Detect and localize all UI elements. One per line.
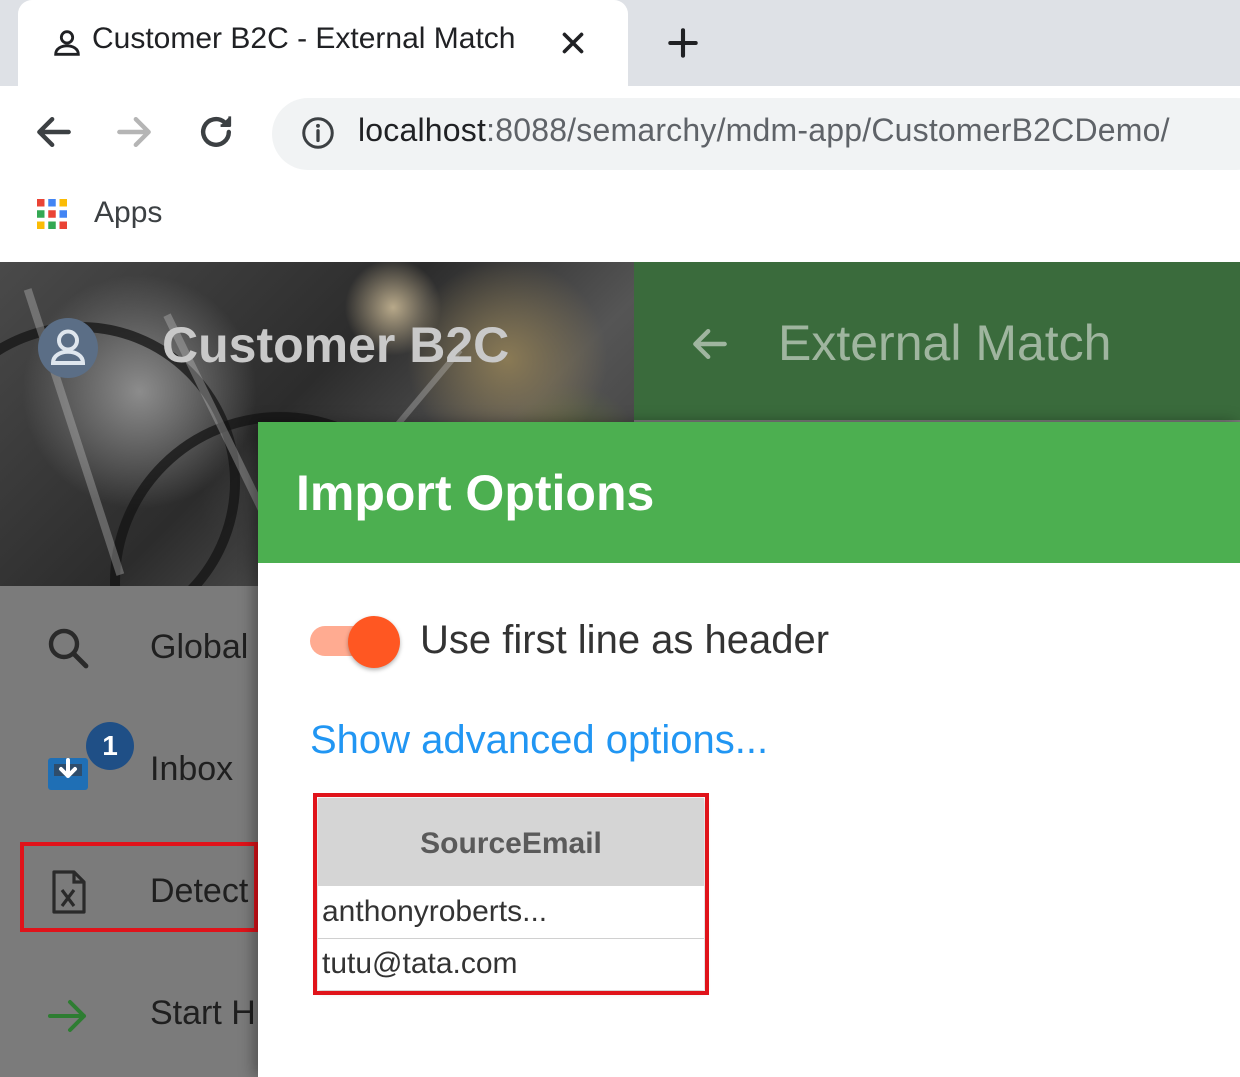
new-tab-plus-icon[interactable] — [664, 24, 702, 62]
reload-icon[interactable] — [194, 110, 238, 154]
highlight-box-preview — [313, 793, 709, 995]
header-toggle-label: Use first line as header — [420, 618, 830, 662]
app-title: Customer B2C — [162, 317, 510, 373]
forward-icon[interactable] — [112, 110, 156, 154]
sidebar-item-global[interactable]: Global — [150, 628, 248, 667]
show-advanced-options-link[interactable]: Show advanced options... — [310, 718, 768, 763]
dialog-title: Import Options — [296, 465, 655, 521]
person-icon — [54, 30, 80, 56]
url-text: localhost:8088/semarchy/mdm-app/Customer… — [358, 112, 1170, 149]
inbox-icon — [48, 758, 88, 790]
info-icon[interactable] — [300, 115, 336, 151]
sidebar-item-inbox[interactable]: Inbox — [150, 750, 233, 789]
url-path: :8088/semarchy/mdm-app/CustomerB2CDemo/ — [486, 112, 1170, 148]
avatar[interactable] — [38, 318, 98, 378]
header-toggle-switch[interactable] — [348, 616, 400, 668]
highlight-box-detect — [20, 842, 258, 932]
arrow-right-icon — [48, 1000, 86, 1032]
url-host: localhost — [358, 112, 487, 148]
apps-bookmark[interactable]: Apps — [94, 196, 162, 230]
inbox-badge: 1 — [86, 722, 134, 770]
bookmarks-bar — [0, 178, 1240, 262]
tab-title: Customer B2C - External Match — [92, 22, 516, 55]
search-icon — [48, 628, 89, 669]
sidebar-item-start[interactable]: Start H — [150, 994, 256, 1033]
page-title: External Match — [778, 315, 1112, 371]
apps-grid-icon[interactable] — [34, 196, 70, 232]
back-icon[interactable] — [32, 110, 76, 154]
close-icon[interactable] — [556, 26, 590, 60]
back-arrow-icon[interactable] — [688, 322, 732, 366]
user-icon — [50, 329, 86, 365]
